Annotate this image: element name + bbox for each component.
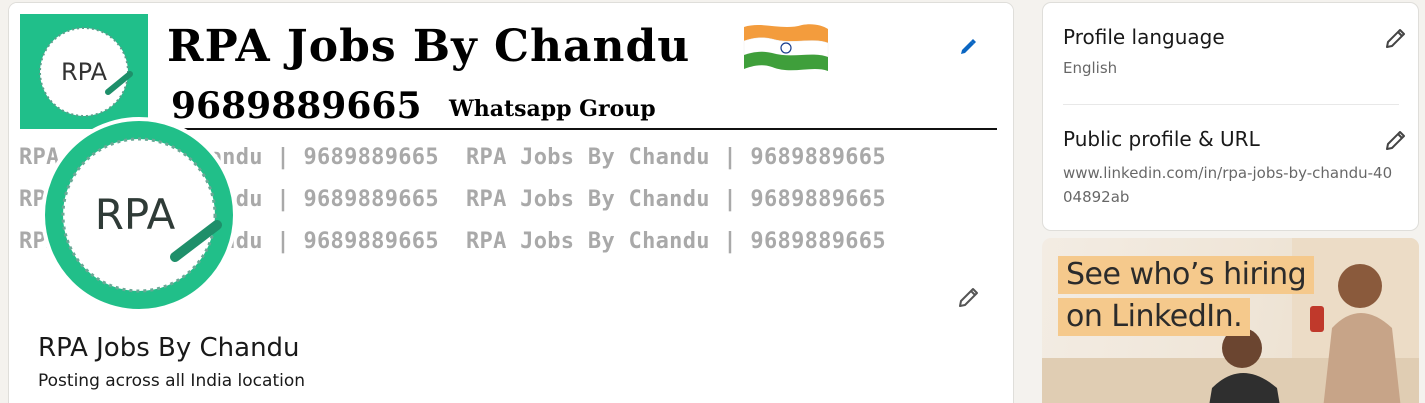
banner-logo-text: RPA [61,58,108,86]
pencil-icon [961,39,976,54]
banner-title: RPA Jobs By Chandu [167,21,691,72]
banner-group-label: Whatsapp Group [449,96,656,122]
avatar-text: RPA [95,190,176,239]
edit-profile-language-button[interactable] [1381,23,1411,53]
hiring-ad-banner[interactable]: See who’s hiring on LinkedIn. [1042,238,1419,403]
pencil-icon [959,288,978,307]
profile-settings-card: Profile language English Public profile … [1042,2,1419,231]
india-flag-icon [743,24,829,71]
rpa-logo-icon: RPA [61,137,222,293]
profile-language-title: Profile language [1063,25,1225,49]
rpa-logo-icon: RPA [39,26,133,117]
edit-public-profile-button[interactable] [1381,125,1411,155]
profile-headline: Posting across all India location [38,371,306,391]
side-divider [1063,104,1399,105]
public-profile-section: Public profile & URL www.linkedin.com/in… [1063,127,1405,209]
profile-language-section: Profile language English [1063,25,1405,77]
pencil-icon [1386,29,1405,48]
profile-avatar[interactable]: RPA [41,117,237,313]
profile-page: RPA RPA Jobs By Chandu 9689889665 Whatsa… [0,0,1425,403]
banner-logo: RPA [20,14,148,129]
ad-headline-line: on LinkedIn. [1058,298,1251,336]
public-profile-title: Public profile & URL [1063,127,1260,151]
profile-intro-card: RPA RPA Jobs By Chandu 9689889665 Whatsa… [8,2,1014,403]
profile-name: RPA Jobs By Chandu [38,333,300,363]
edit-banner-button[interactable] [957,36,979,58]
pencil-icon [1386,131,1405,150]
public-profile-url[interactable]: www.linkedin.com/in/rpa-jobs-by-chandu-4… [1063,161,1395,209]
ad-headline-line: See who’s hiring [1058,256,1315,294]
edit-intro-button[interactable] [953,281,985,313]
banner-divider [169,128,997,130]
profile-language-value: English [1063,59,1118,77]
banner-phone: 9689889665 [171,85,422,127]
